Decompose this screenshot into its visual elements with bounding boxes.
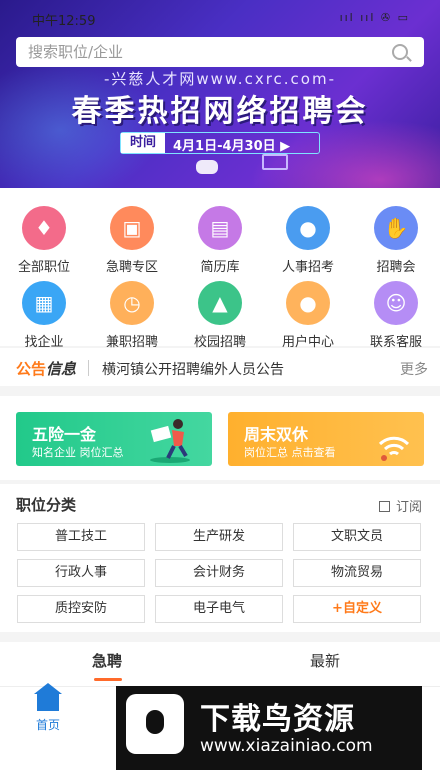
grid-item-support[interactable]: ☺ 联系客服 [352, 281, 440, 351]
feature-grid: ♦ 全部职位 ▣ 急聘专区 ▤ 简历库 ● 人事招考 ✋ 招聘会 ▦ 找企业 ◷… [0, 188, 440, 350]
banner[interactable]: 中午12:59 ııl ııl ✇ ▭ -兴慈人才网www.cxrc.com- … [0, 0, 440, 188]
grid-item-resumes[interactable]: ▤ 简历库 [176, 206, 264, 276]
tab-latest[interactable]: 最新 [310, 650, 340, 671]
subscribe-icon [378, 501, 390, 512]
promo-card-weekends[interactable]: 周末双休 岗位汇总 点击查看 [228, 412, 424, 466]
handshake-icon: ✋ [374, 206, 418, 250]
category-button[interactable]: 电子电气 [155, 595, 283, 623]
notice-bar[interactable]: 公告信息 横河镇公开招聘编外人员公告 更多 [0, 348, 440, 386]
notice-text[interactable]: 横河镇公开招聘编外人员公告 [102, 359, 284, 379]
category-button[interactable]: 物流贸易 [293, 559, 421, 587]
subscribe-button[interactable]: 订阅 [378, 496, 422, 515]
nav-home[interactable]: 首页 [30, 683, 66, 733]
grid-item-user-center[interactable]: ● 用户中心 [264, 281, 352, 351]
banner-time-label: 时间 [121, 133, 165, 153]
promo-section: 五险一金 知名企业 岗位汇总 周末双休 岗位汇总 点击查看 [0, 396, 440, 480]
promo-subtitle: 知名企业 岗位汇总 [32, 446, 124, 459]
promo-title: 五险一金 [32, 425, 97, 444]
notice-tag: 公告信息 [16, 360, 77, 378]
banner-time-value: 4月1日-4月30日 ▶ [173, 139, 291, 154]
bird-logo-icon [126, 694, 184, 754]
banner-illustration [196, 160, 218, 174]
home-icon [34, 683, 62, 711]
search-bar[interactable] [16, 37, 424, 67]
grid-item-exams[interactable]: ● 人事招考 [264, 206, 352, 276]
watermark-url: www.xiazainiao.com [200, 736, 373, 756]
headset-icon: ☺ [374, 281, 418, 325]
section-title: 职位分类 [16, 496, 77, 514]
grid-label: 急聘专区 [105, 260, 158, 275]
grid-item-companies[interactable]: ▦ 找企业 [0, 281, 88, 351]
banner-headline: 春季热招网络招聘会 [71, 94, 369, 129]
category-button[interactable]: 行政人事 [17, 559, 145, 587]
category-button[interactable]: 文职文员 [293, 523, 421, 551]
grid-item-part-time[interactable]: ◷ 兼职招聘 [88, 281, 176, 351]
status-bar: 中午12:59 ııl ııl ✇ ▭ [0, 0, 440, 34]
banner-illustration [262, 154, 288, 170]
watermark: 下载鸟资源 www.xiazainiao.com [116, 686, 422, 770]
document-icon: ▦ [22, 281, 66, 325]
wifi-icon [378, 436, 410, 461]
briefcase-icon: ▣ [110, 206, 154, 250]
graduation-cap-icon: ▲ [198, 281, 242, 325]
divider [88, 360, 89, 376]
person-icon: ● [286, 206, 330, 250]
signal-icon: ııl ııl ✇ ▭ [339, 11, 410, 24]
grid-item-job-fair[interactable]: ✋ 招聘会 [352, 206, 440, 276]
custom-category-button[interactable]: +自定义 [293, 595, 421, 623]
promo-card-benefits[interactable]: 五险一金 知名企业 岗位汇总 [16, 412, 212, 466]
promo-title: 周末双休 [244, 425, 309, 444]
runner-illustration [150, 419, 190, 463]
search-input[interactable] [28, 42, 368, 62]
grid-label: 简历库 [200, 260, 240, 275]
category-button[interactable]: 生产研发 [155, 523, 283, 551]
status-time: 中午12:59 [32, 14, 96, 29]
user-icon: ● [286, 281, 330, 325]
category-button[interactable]: 普工技工 [17, 523, 145, 551]
tab-urgent[interactable]: 急聘 [92, 650, 123, 681]
job-categories: 职位分类 订阅 普工技工 生产研发 文职文员 行政人事 会计财务 物流贸易 质控… [0, 484, 440, 632]
search-icon[interactable] [392, 44, 408, 60]
banner-time: 时间 4月1日-4月30日 ▶ [120, 132, 320, 154]
resume-icon: ▤ [198, 206, 242, 250]
promo-subtitle: 岗位汇总 点击查看 [244, 446, 336, 459]
nav-label: 首页 [35, 718, 60, 732]
grid-item-all-jobs[interactable]: ♦ 全部职位 [0, 206, 88, 276]
grid-label: 招聘会 [376, 260, 416, 275]
tie-icon: ♦ [22, 206, 66, 250]
category-button[interactable]: 会计财务 [155, 559, 283, 587]
grid-label: 全部职位 [17, 260, 70, 275]
grid-item-urgent[interactable]: ▣ 急聘专区 [88, 206, 176, 276]
grid-label: 人事招考 [281, 260, 334, 275]
category-button[interactable]: 质控安防 [17, 595, 145, 623]
watermark-title: 下载鸟资源 [200, 702, 355, 737]
job-tabs: 急聘 最新 [0, 642, 440, 686]
grid-item-campus[interactable]: ▲ 校园招聘 [176, 281, 264, 351]
clock-icon: ◷ [110, 281, 154, 325]
more-link[interactable]: 更多 [400, 359, 428, 379]
